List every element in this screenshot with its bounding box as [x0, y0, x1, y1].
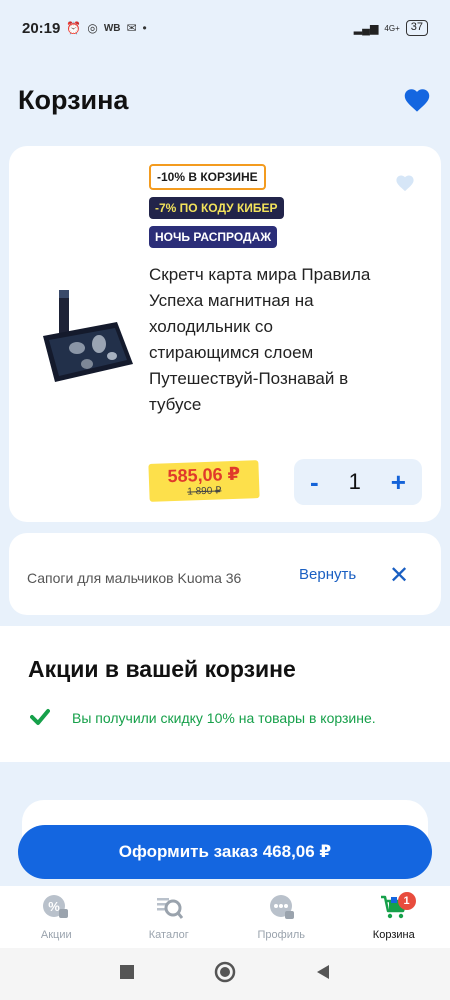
- close-icon[interactable]: ✕: [389, 561, 409, 590]
- nav-label: Корзина: [372, 929, 415, 941]
- promo-badges: -10% В КОРЗИНЕ -7% ПО КОДУ КИБЕР НОЧЬ РА…: [149, 164, 284, 248]
- recent-apps-button[interactable]: [119, 964, 135, 985]
- more-notifications-icon: •: [142, 21, 147, 35]
- restore-item-button[interactable]: Вернуть: [299, 566, 356, 583]
- bottom-navigation: % Акции Каталог Профиль 1 Корзина: [0, 886, 450, 948]
- profile-chat-icon: [267, 894, 295, 923]
- signal-icon: ▂▄▆: [353, 22, 379, 35]
- catalog-search-icon: [155, 894, 183, 923]
- quantity-value: 1: [348, 469, 361, 494]
- battery-icon: 37: [405, 20, 428, 36]
- badge-cart-discount: -10% В КОРЗИНЕ: [149, 164, 266, 190]
- badge-night-sale: НОЧЬ РАСПРОДАЖ: [149, 226, 278, 248]
- decrease-quantity-button[interactable]: -: [310, 469, 319, 495]
- status-bar: 20:19 ⏰ ◎ WB ✉ • ▂▄▆ 4G+ 37: [0, 0, 450, 56]
- nav-label: Каталог: [148, 929, 189, 941]
- removed-item-card: Сапоги для мальчиков Kuoma 36 Вернуть ✕: [9, 533, 441, 615]
- promotions-title: Акции в вашей корзине: [28, 656, 296, 682]
- nav-item-promotions[interactable]: % Акции: [0, 886, 113, 948]
- nav-item-cart[interactable]: 1 Корзина: [338, 886, 450, 948]
- alarm-icon: ⏰: [66, 21, 82, 35]
- nav-item-profile[interactable]: Профиль: [225, 886, 338, 948]
- quantity-stepper: - 1 +: [294, 459, 422, 505]
- cart-count-badge: 1: [397, 892, 416, 910]
- add-to-favorites-heart-icon[interactable]: [395, 174, 415, 197]
- checkout-button[interactable]: Оформить заказ 468,06 ₽: [18, 825, 432, 879]
- percent-tag-icon: %: [42, 894, 70, 923]
- whatsapp-icon: ◎: [87, 21, 98, 35]
- page-header: Корзина: [18, 80, 432, 120]
- product-title[interactable]: Скретч карта мира Правила Успеха магнитн…: [149, 262, 379, 418]
- promotion-message: Вы получили скидку 10% на товары в корзи…: [72, 710, 376, 726]
- page-title: Корзина: [18, 84, 129, 115]
- cart-promotions-section: Акции в вашей корзине Вы получили скидку…: [0, 626, 450, 762]
- product-image[interactable]: [37, 286, 137, 386]
- svg-text:%: %: [48, 899, 60, 914]
- favorites-heart-icon[interactable]: [402, 85, 432, 115]
- notification-icon: ✉: [126, 21, 137, 35]
- check-icon: [30, 708, 50, 731]
- removed-item-name: Сапоги для мальчиков Kuoma 36: [27, 570, 242, 586]
- nav-label: Профиль: [257, 929, 306, 941]
- badge-promo-code: -7% ПО КОДУ КИБЕР: [149, 197, 284, 219]
- network-type: 4G+: [384, 23, 400, 33]
- system-navigation-bar: [0, 948, 450, 1000]
- increase-quantity-button[interactable]: +: [391, 469, 406, 495]
- status-time: 20:19: [22, 19, 61, 37]
- nav-label: Акции: [40, 929, 72, 941]
- home-button[interactable]: [214, 961, 236, 988]
- cart-item-card: -10% В КОРЗИНЕ -7% ПО КОДУ КИБЕР НОЧЬ РА…: [9, 146, 441, 522]
- old-price: 1 890 ₽: [187, 485, 222, 498]
- nav-item-catalog[interactable]: Каталог: [113, 886, 226, 948]
- price-tag: 585,06 ₽ 1 890 ₽: [148, 460, 260, 502]
- wb-icon: WB: [103, 22, 121, 34]
- back-button[interactable]: [315, 964, 331, 985]
